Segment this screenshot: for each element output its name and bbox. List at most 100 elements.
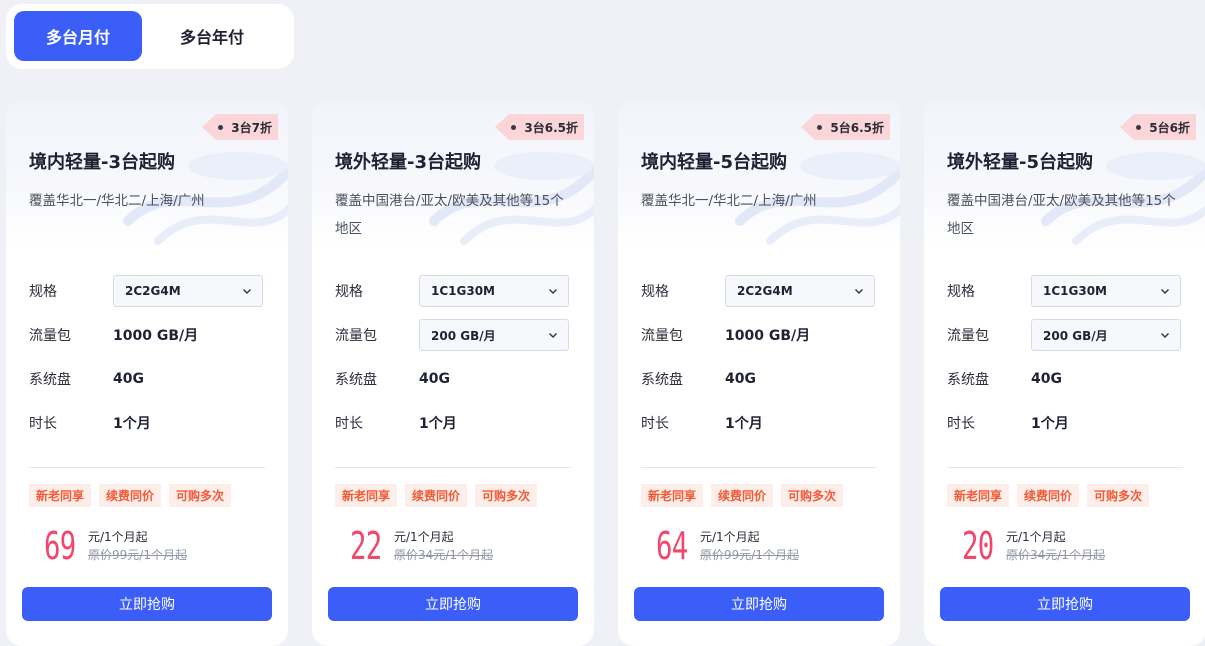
traffic-select[interactable]: 200 GB/月: [419, 319, 569, 351]
tab-monthly[interactable]: 多台月付: [14, 11, 142, 61]
disk-value: 40G: [1031, 371, 1062, 387]
buy-now-button[interactable]: 立即抢购: [22, 587, 272, 621]
chevron-down-icon: [1161, 289, 1169, 294]
plan-card: 3台7折 境内轻量-3台起购 覆盖华北一/华北二/上海/广州 规格 2C2G4M…: [6, 101, 288, 646]
buy-now-button[interactable]: 立即抢购: [328, 587, 578, 621]
discount-ribbon: 3台6.5折: [495, 114, 584, 140]
spec-label: 规格: [29, 284, 57, 300]
original-price: 原价99元/1个月起: [88, 548, 187, 562]
traffic-label: 流量包: [641, 328, 683, 344]
tab-yearly[interactable]: 多台年付: [148, 11, 276, 61]
duration-row: 时长 1个月: [29, 407, 265, 439]
spec-row: 规格 1C1G30M: [947, 275, 1183, 307]
price-value: 64: [656, 524, 688, 568]
dot-icon: [218, 124, 224, 130]
spec-value: 1C1G30M: [1043, 284, 1107, 298]
benefit-tag: 续费同价: [405, 484, 468, 507]
disk-row: 系统盘 40G: [29, 363, 265, 395]
benefit-tag: 新老同享: [29, 484, 92, 507]
chevron-down-icon: [855, 289, 863, 294]
duration-row: 时长 1个月: [947, 407, 1183, 439]
plan-card: 3台6.5折 境外轻量-3台起购 覆盖中国港台/亚太/欧美及其他等15个地区 规…: [312, 101, 594, 646]
traffic-value: 200 GB/月: [1043, 328, 1108, 343]
duration-value: 1个月: [113, 416, 151, 432]
spec-select[interactable]: 2C2G4M: [725, 275, 875, 307]
price-block: 69 元/1个月起 原价99元/1个月起: [44, 524, 187, 568]
price-unit: 元/1个月起: [1006, 530, 1066, 544]
benefit-tag: 新老同享: [947, 484, 1010, 507]
chevron-down-icon: [549, 289, 557, 294]
chevron-down-icon: [243, 289, 251, 294]
benefit-tag: 可购多次: [475, 484, 538, 507]
price-value: 22: [350, 524, 382, 568]
duration-label: 时长: [947, 416, 975, 432]
dot-icon: [511, 124, 517, 130]
discount-ribbon: 5台6.5折: [801, 114, 890, 140]
plan-card: 5台6.5折 境内轻量-5台起购 覆盖华北一/华北二/上海/广州 规格 2C2G…: [618, 101, 900, 646]
traffic-value: 200 GB/月: [431, 328, 496, 343]
traffic-select[interactable]: 200 GB/月: [1031, 319, 1181, 351]
duration-label: 时长: [641, 416, 669, 432]
traffic-label: 流量包: [947, 328, 989, 344]
disk-label: 系统盘: [335, 372, 377, 388]
spec-label: 规格: [947, 284, 975, 300]
traffic-value: 1000 GB/月: [725, 328, 811, 344]
duration-value: 1个月: [725, 416, 763, 432]
spec-value: 2C2G4M: [737, 284, 793, 298]
disk-value: 40G: [113, 371, 144, 387]
spec-label: 规格: [641, 284, 669, 300]
traffic-row: 流量包 1000 GB/月: [29, 319, 265, 351]
dot-icon: [817, 124, 823, 130]
benefit-tag: 续费同价: [99, 484, 162, 507]
spec-row: 规格 2C2G4M: [641, 275, 877, 307]
benefit-tag: 可购多次: [169, 484, 232, 507]
divider: [947, 467, 1183, 468]
price-unit: 元/1个月起: [700, 530, 760, 544]
dot-icon: [1136, 124, 1142, 130]
traffic-value: 1000 GB/月: [113, 328, 199, 344]
duration-label: 时长: [335, 416, 363, 432]
discount-label: 5台6.5折: [830, 120, 884, 135]
price-value: 69: [44, 524, 76, 568]
original-price: 原价99元/1个月起: [700, 548, 799, 562]
disk-label: 系统盘: [641, 372, 683, 388]
traffic-row: 流量包 1000 GB/月: [641, 319, 877, 351]
traffic-row: 流量包 200 GB/月: [335, 319, 571, 351]
price-block: 20 元/1个月起 原价34元/1个月起: [962, 524, 1105, 568]
benefit-tag: 续费同价: [1017, 484, 1080, 507]
disk-row: 系统盘 40G: [335, 363, 571, 395]
disk-value: 40G: [725, 371, 756, 387]
benefit-tag: 续费同价: [711, 484, 774, 507]
buy-now-button[interactable]: 立即抢购: [940, 587, 1190, 621]
spec-select[interactable]: 1C1G30M: [1031, 275, 1181, 307]
traffic-label: 流量包: [335, 328, 377, 344]
divider: [29, 467, 265, 468]
discount-label: 5台6折: [1149, 120, 1190, 135]
traffic-row: 流量包 200 GB/月: [947, 319, 1183, 351]
price-unit: 元/1个月起: [394, 530, 454, 544]
spec-select[interactable]: 1C1G30M: [419, 275, 569, 307]
plan-coverage: 覆盖华北一/华北二/上海/广州: [641, 193, 817, 209]
spec-row: 规格 1C1G30M: [335, 275, 571, 307]
benefit-tags: 新老同享 续费同价 可购多次: [335, 484, 538, 507]
price-value: 20: [962, 524, 994, 568]
traffic-label: 流量包: [29, 328, 71, 344]
buy-now-button[interactable]: 立即抢购: [634, 587, 884, 621]
discount-ribbon: 3台7折: [202, 114, 278, 140]
duration-row: 时长 1个月: [335, 407, 571, 439]
benefit-tag: 可购多次: [1087, 484, 1150, 507]
benefit-tags: 新老同享 续费同价 可购多次: [641, 484, 844, 507]
spec-row: 规格 2C2G4M: [29, 275, 265, 307]
price-unit: 元/1个月起: [88, 530, 148, 544]
benefit-tag: 新老同享: [335, 484, 398, 507]
price-block: 64 元/1个月起 原价99元/1个月起: [656, 524, 799, 568]
discount-ribbon: 5台6折: [1120, 114, 1196, 140]
duration-value: 1个月: [419, 416, 457, 432]
divider: [335, 467, 571, 468]
spec-select[interactable]: 2C2G4M: [113, 275, 263, 307]
disk-row: 系统盘 40G: [641, 363, 877, 395]
plan-coverage: 覆盖中国港台/亚太/欧美及其他等15个地区: [947, 193, 1176, 237]
spec-value: 2C2G4M: [125, 284, 181, 298]
original-price: 原价34元/1个月起: [1006, 548, 1105, 562]
benefit-tag: 可购多次: [781, 484, 844, 507]
